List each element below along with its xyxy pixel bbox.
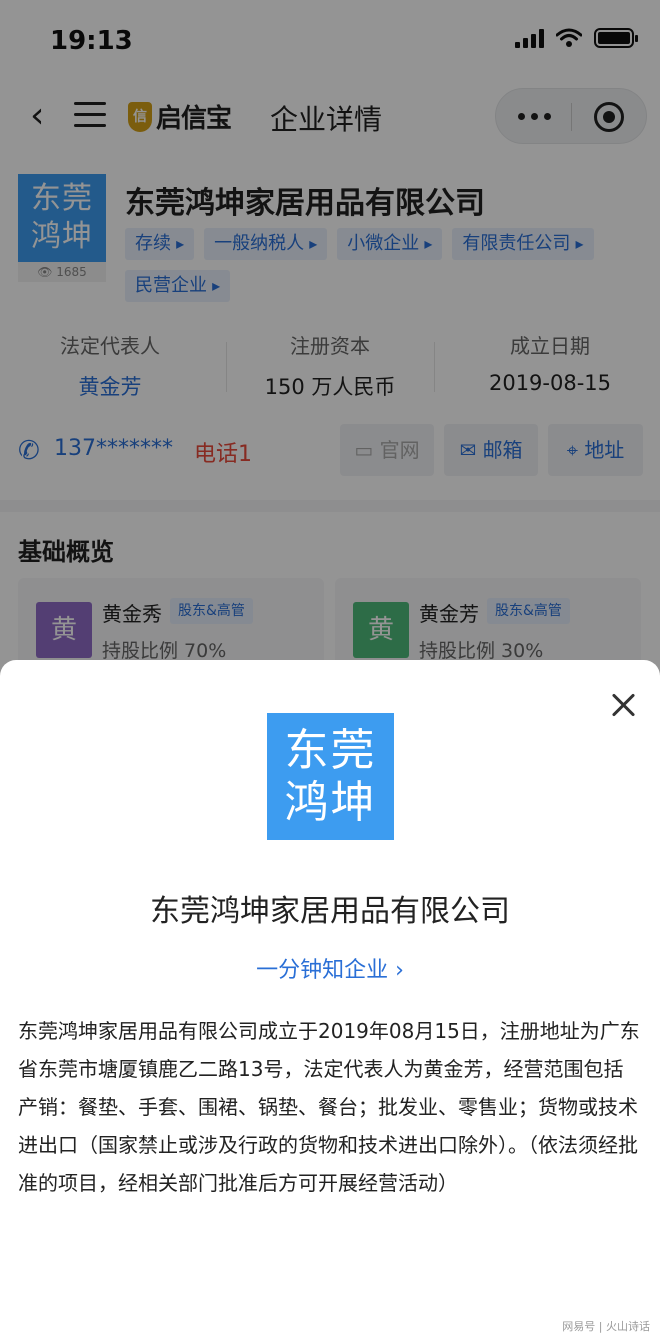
company-summary-sheet: 东莞 鸿坤 东莞鸿坤家居用品有限公司 一分钟知企业 › 东莞鸿坤家居用品有限公司…	[0, 660, 660, 1339]
close-icon[interactable]	[608, 690, 638, 720]
company-logo-large: 东莞 鸿坤	[267, 713, 394, 840]
watermark: 网易号 | 火山诗话	[562, 1320, 650, 1333]
one-minute-link[interactable]: 一分钟知企业 ›	[0, 952, 660, 984]
sheet-company-name: 东莞鸿坤家居用品有限公司	[150, 894, 510, 929]
company-description: 东莞鸿坤家居用品有限公司成立于2019年08月15日，注册地址为广东省东莞市塘厦…	[18, 1019, 640, 1195]
